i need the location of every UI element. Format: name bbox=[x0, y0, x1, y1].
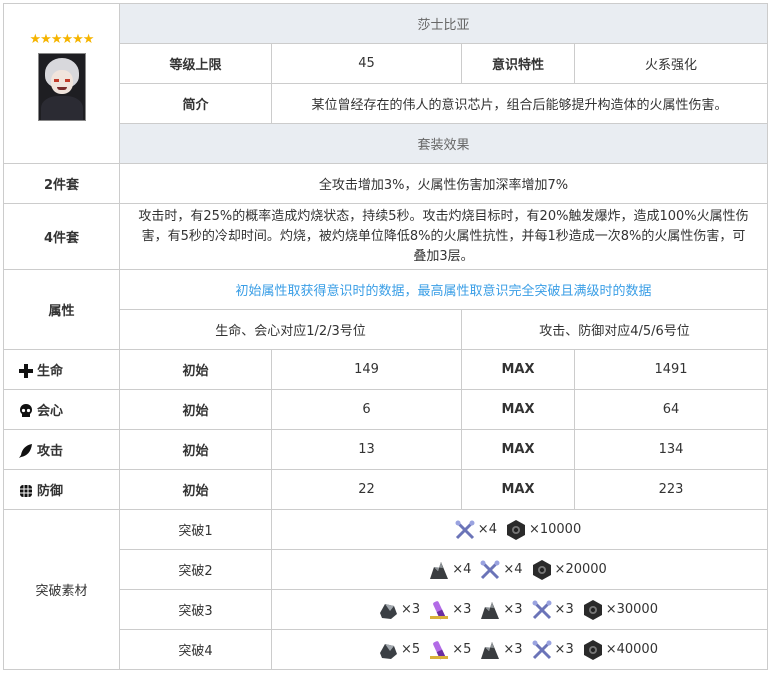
set4-text: 攻击时，有25%的概率造成灼烧状态，持续5秒。攻击灼烧目标时，有20%触发爆炸，… bbox=[118, 203, 769, 270]
stat-init: 13 bbox=[271, 429, 462, 470]
set-effect-header: 套装效果 bbox=[118, 123, 769, 164]
memory-name: 莎士比亚 bbox=[118, 3, 769, 44]
attr-note: 初始属性取获得意识时的数据，最高属性取意识完全突破且满级时的数据 bbox=[118, 269, 769, 310]
material-count: ×20000 bbox=[554, 562, 607, 577]
stat-max: 134 bbox=[573, 429, 769, 470]
stat-row: 攻击 初始 13 MAX 134 bbox=[3, 429, 769, 470]
stat-max: 223 bbox=[573, 469, 769, 510]
feather-icon bbox=[19, 444, 32, 459]
breakthrough-stage: 突破1 bbox=[119, 509, 272, 550]
breakthrough-materials: ×4 ×10000 bbox=[270, 509, 769, 550]
ore-icon bbox=[428, 559, 450, 581]
nut-icon bbox=[505, 519, 527, 541]
portrait-cell: ★★★★★★ bbox=[3, 3, 120, 164]
attr-right-note: 攻击、防御对应4/5/6号位 bbox=[460, 309, 769, 350]
breakthrough-stage: 突破2 bbox=[119, 549, 272, 590]
trait-value: 火系强化 bbox=[573, 43, 769, 84]
stat-init: 6 bbox=[271, 389, 462, 430]
init-label: 初始 bbox=[119, 429, 272, 470]
breakthrough-stage: 突破3 bbox=[119, 589, 272, 630]
stat-max: 64 bbox=[573, 389, 769, 430]
stat-init: 22 bbox=[271, 469, 462, 510]
material-count: ×40000 bbox=[605, 642, 658, 657]
max-label: MAX bbox=[461, 389, 575, 430]
shield-icon bbox=[20, 485, 32, 498]
gear-stone-icon bbox=[377, 599, 399, 621]
vial-icon bbox=[428, 639, 450, 661]
breakthrough-materials: ×3 ×3 ×3 ×3 ×30000 bbox=[270, 589, 769, 630]
scissors-icon bbox=[531, 639, 553, 661]
scissors-icon bbox=[479, 559, 501, 581]
rarity-stars: ★★★★★★ bbox=[29, 32, 95, 47]
memory-info-table: ★★★★★★ 莎士比亚 等级上限 45 意识特性 火系强化 简介 某位曾经存在的… bbox=[3, 3, 769, 670]
trait-label: 意识特性 bbox=[461, 43, 575, 84]
max-label: MAX bbox=[461, 429, 575, 470]
intro-text: 某位曾经存在的伟人的意识芯片，组合后能够提升构造体的火属性伤害。 bbox=[270, 83, 769, 124]
material-count: ×10000 bbox=[528, 522, 582, 537]
material-count: ×5 bbox=[401, 642, 421, 657]
init-label: 初始 bbox=[119, 469, 272, 510]
breakthrough-row: 突破素材 突破1 ×4 ×10000 bbox=[3, 509, 769, 670]
level-cap-label: 等级上限 bbox=[119, 43, 272, 84]
breakthrough-materials: ×4 ×4 ×20000 bbox=[270, 549, 769, 590]
init-label: 初始 bbox=[119, 349, 272, 390]
intro-label: 简介 bbox=[119, 83, 272, 124]
attr-left-note: 生命、会心对应1/2/3号位 bbox=[119, 309, 462, 350]
breakthrough-stage: 突破4 bbox=[119, 629, 272, 670]
stat-name: 会心 bbox=[37, 403, 64, 419]
ore-icon bbox=[479, 639, 501, 661]
stat-name: 攻击 bbox=[37, 443, 64, 459]
set2-text: 全攻击增加3%，火属性伤害加深率增加7% bbox=[118, 163, 769, 204]
attr-label: 属性 bbox=[3, 269, 120, 350]
vial-icon bbox=[428, 599, 450, 621]
material-count: ×3 bbox=[554, 602, 574, 617]
stat-row: 生命 初始 149 MAX 1491 bbox=[3, 349, 769, 390]
stat-row: 会心 初始 6 MAX 64 bbox=[3, 389, 769, 430]
material-count: ×3 bbox=[503, 642, 523, 657]
breakthrough-materials: ×5 ×5 ×3 ×3 ×40000 bbox=[270, 629, 769, 670]
gear-stone-icon bbox=[377, 639, 399, 661]
skull-icon bbox=[20, 404, 32, 418]
material-count: ×4 bbox=[477, 522, 497, 537]
material-count: ×4 bbox=[452, 562, 472, 577]
nut-icon bbox=[582, 599, 604, 621]
stat-name: 生命 bbox=[37, 363, 64, 379]
material-count: ×3 bbox=[401, 602, 421, 617]
max-label: MAX bbox=[461, 469, 575, 510]
nut-icon bbox=[582, 639, 604, 661]
cross-icon bbox=[19, 364, 33, 379]
stat-init: 149 bbox=[271, 349, 462, 390]
material-count: ×3 bbox=[452, 602, 472, 617]
material-count: ×3 bbox=[503, 602, 523, 617]
character-portrait bbox=[37, 53, 86, 121]
nut-icon bbox=[531, 559, 553, 581]
breakthrough-label: 突破素材 bbox=[3, 509, 120, 670]
set4-label: 4件套 bbox=[3, 203, 120, 270]
material-count: ×30000 bbox=[605, 602, 658, 617]
scissors-icon bbox=[531, 599, 553, 621]
set2-label: 2件套 bbox=[3, 163, 120, 204]
level-cap-value: 45 bbox=[271, 43, 462, 84]
ore-icon bbox=[479, 599, 501, 621]
stat-max: 1491 bbox=[573, 349, 769, 390]
max-label: MAX bbox=[461, 349, 575, 390]
material-count: ×5 bbox=[452, 642, 472, 657]
material-count: ×3 bbox=[554, 642, 574, 657]
init-label: 初始 bbox=[119, 389, 272, 430]
material-count: ×4 bbox=[503, 562, 523, 577]
stat-name: 防御 bbox=[37, 483, 64, 499]
stat-row: 防御 初始 22 MAX 223 bbox=[3, 469, 769, 510]
scissors-icon bbox=[454, 519, 476, 541]
